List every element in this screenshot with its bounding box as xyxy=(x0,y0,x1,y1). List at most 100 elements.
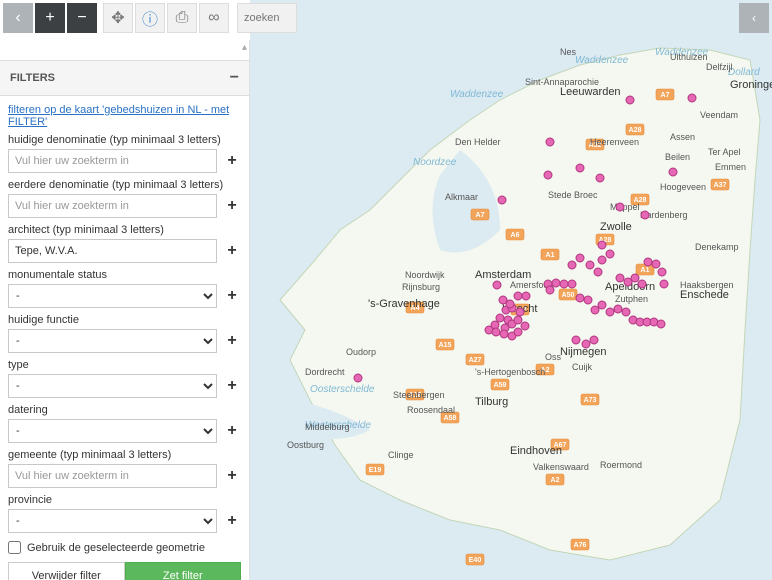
huidige-denominatie-input[interactable] xyxy=(8,149,217,173)
result-marker[interactable] xyxy=(492,328,500,336)
apply-filter-button[interactable]: Zet filter xyxy=(125,562,242,580)
back-button[interactable]: ‹ xyxy=(3,3,33,33)
result-marker[interactable] xyxy=(354,374,362,382)
city-label: Noordwijk xyxy=(405,270,445,280)
result-marker[interactable] xyxy=(616,274,624,282)
city-label: Rijnsburg xyxy=(402,282,440,292)
add-filter-icon[interactable]: + xyxy=(223,242,241,260)
result-marker[interactable] xyxy=(622,308,630,316)
result-marker[interactable] xyxy=(657,320,665,328)
result-marker[interactable] xyxy=(658,268,666,276)
city-label: Sint-Annaparochie xyxy=(525,77,599,87)
result-marker[interactable] xyxy=(626,96,634,104)
result-marker[interactable] xyxy=(598,301,606,309)
add-filter-icon[interactable]: + xyxy=(223,467,241,485)
add-filter-icon[interactable]: + xyxy=(223,422,241,440)
result-marker[interactable] xyxy=(496,314,504,322)
datering-select[interactable]: - xyxy=(8,419,217,443)
result-marker[interactable] xyxy=(568,261,576,269)
result-marker[interactable] xyxy=(521,322,529,330)
result-marker[interactable] xyxy=(616,203,624,211)
result-marker[interactable] xyxy=(560,280,568,288)
result-marker[interactable] xyxy=(552,279,560,287)
result-marker[interactable] xyxy=(606,308,614,316)
zoom-out-button[interactable]: − xyxy=(67,3,97,33)
result-marker[interactable] xyxy=(641,211,649,219)
city-label: Oss xyxy=(545,352,562,362)
city-label: Oostburg xyxy=(287,440,324,450)
share-icon[interactable]: ∞ xyxy=(199,3,229,33)
result-marker[interactable] xyxy=(591,306,599,314)
result-marker[interactable] xyxy=(572,336,580,344)
result-marker[interactable] xyxy=(688,94,696,102)
add-filter-icon[interactable]: + xyxy=(223,287,241,305)
result-marker[interactable] xyxy=(493,281,501,289)
city-label: Denekamp xyxy=(695,242,739,252)
add-filter-icon[interactable]: + xyxy=(223,152,241,170)
map-canvas[interactable]: Waddenzee Waddenzee Waddenzee Dollard No… xyxy=(250,0,772,580)
result-marker[interactable] xyxy=(544,171,552,179)
field-label-provincie: provincie xyxy=(8,494,241,506)
monumentale-status-select[interactable]: - xyxy=(8,284,217,308)
result-marker[interactable] xyxy=(660,280,668,288)
city-label: Assen xyxy=(670,132,695,142)
result-marker[interactable] xyxy=(590,336,598,344)
result-marker[interactable] xyxy=(584,296,592,304)
result-marker[interactable] xyxy=(576,254,584,262)
result-marker[interactable] xyxy=(652,260,660,268)
field-label-datering: datering xyxy=(8,404,241,416)
city-label: Zutphen xyxy=(615,294,648,304)
result-marker[interactable] xyxy=(514,328,522,336)
result-marker[interactable] xyxy=(594,268,602,276)
eerdere-denominatie-input[interactable] xyxy=(8,194,217,218)
result-marker[interactable] xyxy=(596,174,604,182)
add-filter-icon[interactable]: + xyxy=(223,377,241,395)
result-marker[interactable] xyxy=(582,340,590,348)
result-marker[interactable] xyxy=(669,168,677,176)
filter-link[interactable]: filteren op de kaart 'gebedshuizen in NL… xyxy=(8,104,241,128)
result-marker[interactable] xyxy=(568,280,576,288)
map-svg: Waddenzee Waddenzee Waddenzee Dollard No… xyxy=(250,0,772,580)
city-label: Nes xyxy=(560,47,577,57)
result-marker[interactable] xyxy=(498,196,506,204)
print-icon[interactable]: ⎙ xyxy=(167,3,197,33)
info-icon[interactable]: ⓘ xyxy=(135,3,165,33)
result-marker[interactable] xyxy=(598,256,606,264)
collapse-right-button[interactable]: ‹ xyxy=(739,3,769,33)
result-marker[interactable] xyxy=(644,258,652,266)
city-label: Beilen xyxy=(665,152,690,162)
add-filter-icon[interactable]: + xyxy=(223,197,241,215)
add-filter-icon[interactable]: + xyxy=(223,332,241,350)
result-marker[interactable] xyxy=(546,286,554,294)
use-geometry-checkbox[interactable] xyxy=(8,541,21,554)
result-marker[interactable] xyxy=(614,305,622,313)
collapse-filters-icon[interactable]: − xyxy=(230,69,239,87)
architect-input[interactable] xyxy=(8,239,217,263)
search-input[interactable] xyxy=(237,3,297,33)
result-marker[interactable] xyxy=(586,261,594,269)
zoom-in-button[interactable]: + xyxy=(35,3,65,33)
result-marker[interactable] xyxy=(631,274,639,282)
result-marker[interactable] xyxy=(638,280,646,288)
result-marker[interactable] xyxy=(514,292,522,300)
provincie-select[interactable]: - xyxy=(8,509,217,533)
result-marker[interactable] xyxy=(576,164,584,172)
gemeente-input[interactable] xyxy=(8,464,217,488)
move-icon[interactable]: ✥ xyxy=(103,3,133,33)
result-marker[interactable] xyxy=(514,316,522,324)
result-marker[interactable] xyxy=(598,241,606,249)
result-marker[interactable] xyxy=(506,300,514,308)
huidige-functie-select[interactable]: - xyxy=(8,329,217,353)
city-label: Emmen xyxy=(715,162,746,172)
result-marker[interactable] xyxy=(576,294,584,302)
add-filter-icon[interactable]: + xyxy=(223,512,241,530)
result-marker[interactable] xyxy=(516,308,524,316)
field-label-functie: huidige functie xyxy=(8,314,241,326)
result-marker[interactable] xyxy=(522,292,530,300)
result-marker[interactable] xyxy=(500,330,508,338)
city-label: Oudorp xyxy=(346,347,376,357)
result-marker[interactable] xyxy=(546,138,554,146)
clear-filter-button[interactable]: Verwijder filter xyxy=(8,562,125,580)
type-select[interactable]: - xyxy=(8,374,217,398)
result-marker[interactable] xyxy=(606,250,614,258)
